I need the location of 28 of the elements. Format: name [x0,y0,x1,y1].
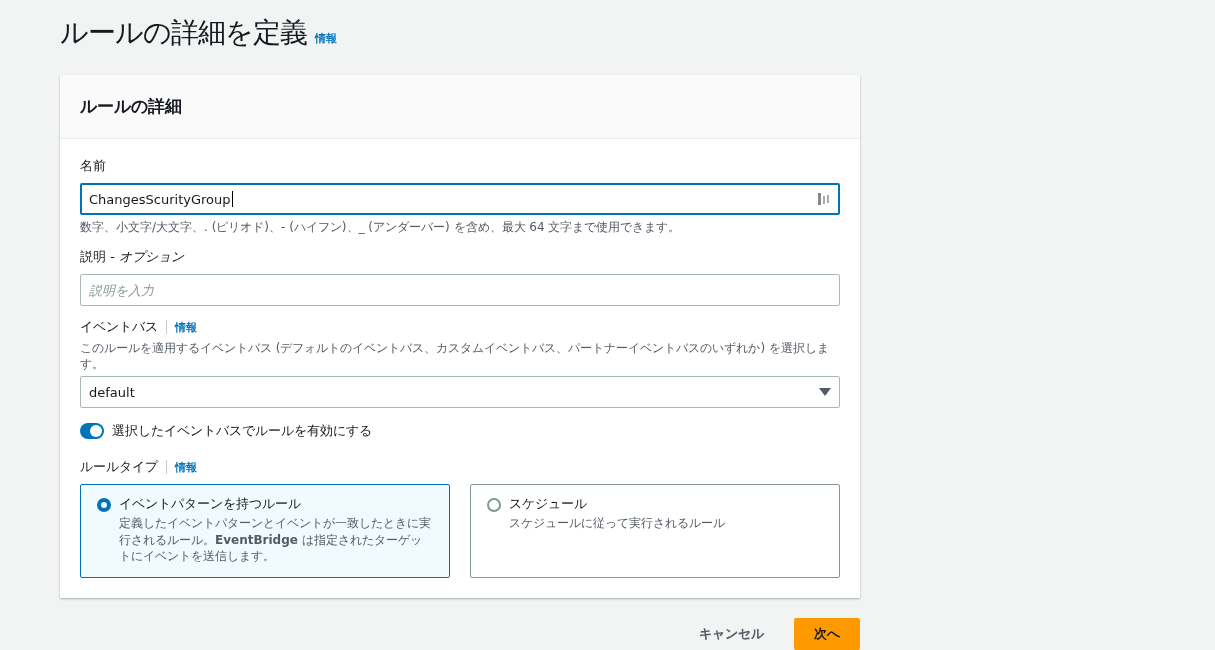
info-link[interactable]: 情報 [175,459,197,475]
toggle-switch[interactable] [80,423,104,440]
option-title: スケジュール [509,495,588,514]
info-link[interactable]: 情報 [315,31,337,46]
info-link[interactable]: 情報 [175,319,197,335]
option-description: スケジュールに従って実行されるルール [509,515,725,532]
radio-button[interactable] [487,498,501,513]
caret-icon [819,388,831,397]
name-field[interactable]: ChangesScurityGroup [80,183,840,215]
option-title: イベントパターンを持つルール [119,495,302,514]
field-label: ルールタイプ [80,458,158,477]
event-bus-select[interactable]: default [80,376,840,409]
option-description: 定義したイベントパターンとイベントが一致したときに実行されるルール。EventBridge は指定されたターゲットにイベントを送信します。 [119,515,432,564]
password-manager-icon[interactable] [818,192,830,206]
field-label: 名前 [80,157,107,175]
field-hint: 数字、小文字/大文字、. (ピリオド)、- (ハイフン)、_ (アンダーバー) を含め、最大 64 文字まで使用できます。 [80,219,682,236]
rule-type-option[interactable]: スケジュール スケジュールに従って実行されるルール [470,484,840,579]
next-button[interactable]: 次へ [794,618,860,650]
field-description: このルールを適用するイベントバス (デフォルトのイベントバス、カスタムイベントバス、パートナーイベントバスのいずれか) を選択します。 [80,340,830,373]
field-label: 説明 - オプション [80,249,184,264]
page-title: ルールの詳細を定義 [60,15,307,51]
rule-type-option[interactable]: イベントパターンを持つルール 定義したイベントパターンとイベントが一致したときに実行されるルール。EventBridge は指定されたターゲットにイベントを送信します。 [80,484,450,579]
radio-button[interactable] [97,498,111,513]
toggle-label: 選択したイベントバスでルールを有効にする [112,422,372,441]
card-title: ルールの詳細 [80,95,182,118]
field-label: イベントバス [80,318,158,336]
description-field[interactable]: 説明を入力 [80,274,840,306]
cancel-button[interactable]: キャンセル [679,618,784,650]
